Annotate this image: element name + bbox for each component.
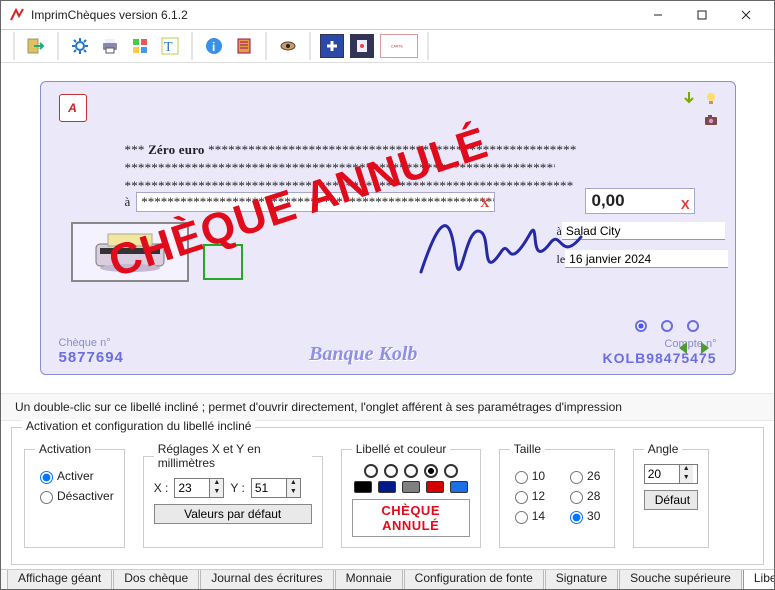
amount-words-line: *** Zéro euro **************************… (125, 142, 555, 158)
printer-illustration[interactable] (71, 222, 189, 282)
tab-4[interactable]: Configuration de fonte (404, 569, 544, 589)
eye-icon[interactable] (276, 34, 300, 58)
angle-default-button[interactable]: Défaut (644, 490, 698, 510)
tab-0[interactable]: Affichage géant (7, 569, 112, 589)
svg-text:i: i (212, 40, 215, 54)
app-icon (9, 7, 25, 23)
size-radio-30[interactable]: 30 (565, 508, 600, 524)
color-empty-row (352, 464, 470, 478)
info-icon[interactable]: i (202, 34, 226, 58)
color-radio-1[interactable] (384, 464, 398, 478)
tab-7[interactable]: Libellé incliné (743, 569, 774, 589)
bank-logo-icon: A (59, 94, 87, 122)
size-group: Taille 101214262830 (499, 442, 615, 548)
window-title: ImprimChèques version 6.1.2 (31, 8, 636, 22)
activation-group: Activation Activer Désactiver (24, 442, 125, 548)
toolbar: T i CARTE (1, 30, 774, 63)
y-spinner[interactable]: ▲▼ (251, 478, 301, 498)
page-dot-2[interactable] (661, 320, 673, 332)
stub-box[interactable] (203, 244, 243, 280)
x-spinner[interactable]: ▲▼ (174, 478, 224, 498)
cheque-preview: A *** Zéro euro ************************… (40, 81, 736, 375)
signature-image (411, 202, 591, 292)
tab-2[interactable]: Journal des écritures (200, 569, 333, 589)
color-swatch-4[interactable] (450, 481, 468, 493)
camera-icon[interactable] (703, 112, 719, 128)
plus-button[interactable] (320, 34, 344, 58)
defaults-button[interactable]: Valeurs par défaut (154, 504, 312, 524)
bank-card-icon[interactable]: CARTE (380, 34, 418, 58)
color-swatch-2[interactable] (402, 481, 420, 493)
app-window: ImprimChèques version 6.1.2 T i CARTE A (0, 0, 775, 590)
activate-radio[interactable]: Activer (35, 468, 114, 484)
minimize-button[interactable] (636, 1, 680, 29)
amount-numeric-field[interactable]: 0,00 X (585, 188, 695, 214)
config-panel: Activation et configuration du libellé i… (11, 427, 764, 565)
color-swatches (352, 481, 470, 493)
page-dots (635, 320, 699, 332)
color-swatch-0[interactable] (354, 481, 372, 493)
tab-bar: Affichage géantDos chèqueJournal des écr… (1, 569, 774, 589)
close-button[interactable] (724, 1, 768, 29)
page-dot-3[interactable] (687, 320, 699, 332)
exit-icon[interactable] (24, 34, 48, 58)
clear-amount-icon[interactable]: X (681, 193, 690, 217)
size-radio-12[interactable]: 12 (510, 488, 545, 504)
size-radio-14[interactable]: 14 (510, 508, 545, 524)
bank-name: Banque Kolb (124, 343, 603, 366)
bulb-icon[interactable] (703, 90, 719, 106)
color-radio-2[interactable] (404, 464, 418, 478)
svg-text:T: T (164, 40, 173, 55)
xy-group: Réglages X et Y en millimètres X : ▲▼ Y … (143, 442, 323, 548)
tab-3[interactable]: Monnaie (335, 569, 403, 589)
gear-icon[interactable] (68, 34, 92, 58)
color-swatch-3[interactable] (426, 481, 444, 493)
angle-group: Angle ▲▼ Défaut (633, 442, 709, 548)
grid-icon[interactable] (128, 34, 152, 58)
label-preview: CHÈQUE ANNULÉ (352, 499, 470, 537)
next-cheque-icon[interactable] (695, 339, 713, 360)
deactivate-radio[interactable]: Désactiver (35, 488, 114, 504)
print-icon[interactable] (98, 34, 122, 58)
color-swatch-1[interactable] (378, 481, 396, 493)
tab-5[interactable]: Signature (545, 569, 618, 589)
tab-6[interactable]: Souche supérieure (619, 569, 742, 589)
fill-line-2: ****************************************… (125, 160, 555, 176)
workspace: A *** Zéro euro ************************… (1, 63, 774, 393)
cheque-bottom-row: Chèque n° 5877694 Banque Kolb Compte n° … (59, 337, 717, 366)
panel-legend: Activation et configuration du libellé i… (22, 419, 255, 433)
size-radio-28[interactable]: 28 (565, 488, 600, 504)
title-bar: ImprimChèques version 6.1.2 (1, 1, 774, 30)
color-radio-0[interactable] (364, 464, 378, 478)
page-dot-1[interactable] (635, 320, 647, 332)
tab-1[interactable]: Dos chèque (113, 569, 199, 589)
font-icon[interactable]: T (158, 34, 182, 58)
prev-cheque-icon[interactable] (675, 339, 693, 360)
arrow-down-icon[interactable] (681, 90, 697, 106)
book-icon[interactable] (232, 34, 256, 58)
svg-text:CARTE: CARTE (391, 45, 403, 49)
angle-spinner[interactable]: ▲▼ (644, 464, 698, 484)
doc-button[interactable] (350, 34, 374, 58)
cheque-number: Chèque n° 5877694 (59, 337, 124, 366)
label-color-group: Libellé et couleur CHÈQUE ANNULÉ (341, 442, 481, 548)
hint-text: Un double-clic sur ce libellé incliné ; … (1, 393, 774, 421)
maximize-button[interactable] (680, 1, 724, 29)
color-radio-3[interactable] (424, 464, 438, 478)
size-radio-26[interactable]: 26 (565, 468, 600, 484)
size-radio-10[interactable]: 10 (510, 468, 545, 484)
color-radio-4[interactable] (444, 464, 458, 478)
